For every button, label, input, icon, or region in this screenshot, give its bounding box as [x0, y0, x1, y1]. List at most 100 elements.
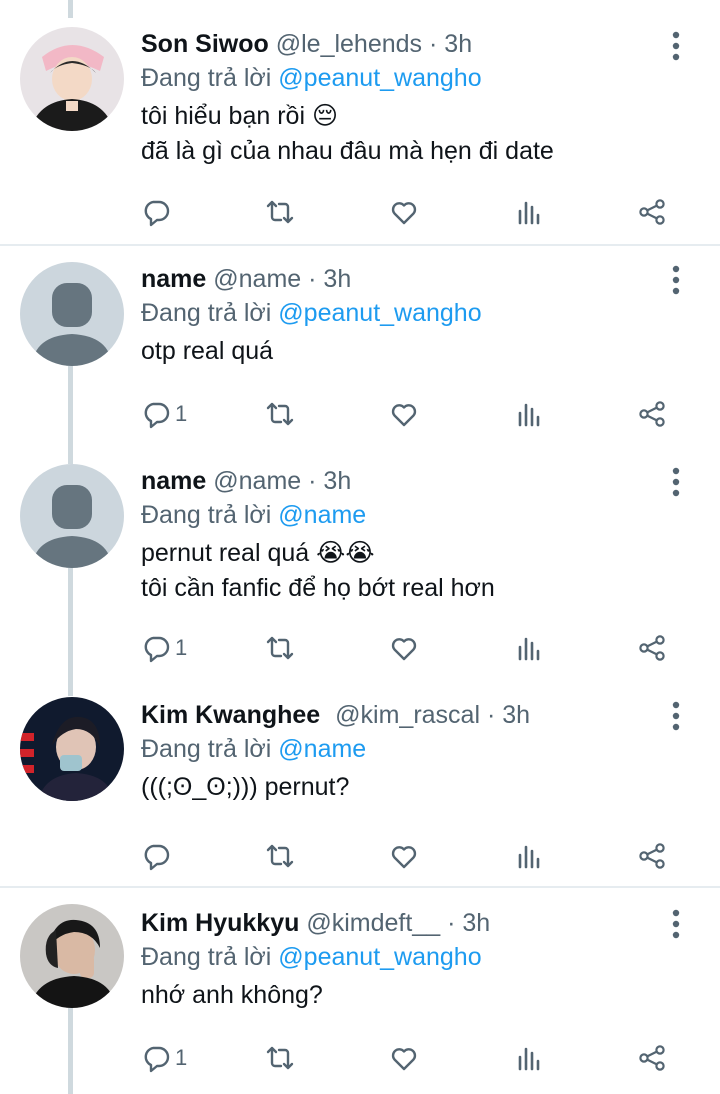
tweet-header: name @name · 3h [141, 262, 660, 296]
tweet[interactable]: Kim Kwanghee @kim_rascal · 3h Đang trả l… [0, 682, 720, 886]
reply-icon [141, 841, 171, 871]
analytics-button[interactable] [515, 628, 545, 668]
reply-icon [141, 197, 171, 227]
reply-count: 1 [175, 635, 188, 660]
share-button[interactable] [637, 192, 667, 232]
timestamp[interactable]: 3h [323, 467, 351, 495]
like-button[interactable] [389, 394, 419, 434]
reply-prefix: Đang trả lời [141, 299, 272, 327]
share-button[interactable] [637, 836, 667, 876]
share-icon [637, 399, 667, 429]
tweet[interactable]: Son Siwoo @le_lehends · 3h Đang trả lời … [0, 0, 720, 244]
tweet-text-line: tôi hiểu bạn rồi 😔 [141, 102, 339, 130]
display-name[interactable]: Kim Kwanghee [141, 701, 320, 729]
reply-prefix: Đang trả lời [141, 943, 272, 971]
retweet-button[interactable] [265, 192, 295, 232]
analytics-icon [515, 1043, 545, 1073]
reply-icon [141, 399, 171, 429]
tweet[interactable]: name @name · 3h Đang trả lời @name pernu… [0, 448, 720, 680]
retweet-button[interactable] [265, 628, 295, 668]
mention-link[interactable]: @name [278, 735, 366, 763]
more-icon[interactable] [666, 908, 686, 940]
retweet-icon [265, 633, 295, 663]
handle[interactable]: @le_lehends [276, 30, 422, 58]
tweet-text: otp real quá [141, 334, 660, 369]
analytics-button[interactable] [515, 394, 545, 434]
separator-dot: · [308, 467, 317, 495]
display-name[interactable]: name [141, 265, 206, 293]
analytics-button[interactable] [515, 836, 545, 876]
reply-button[interactable]: 1 [141, 394, 187, 434]
timestamp[interactable]: 3h [323, 265, 351, 293]
reply-context: Đang trả lời @name [141, 732, 660, 766]
reply-button[interactable]: 1 [141, 1038, 187, 1078]
timestamp[interactable]: 3h [462, 909, 490, 937]
tweet-text: pernut real quá 😭😭 tôi cần fanfic để họ … [141, 536, 660, 606]
separator-dot: · [486, 701, 496, 729]
share-button[interactable] [637, 1038, 667, 1078]
mention-link[interactable]: @peanut_wangho [278, 299, 481, 327]
retweet-button[interactable] [265, 394, 295, 434]
retweet-button[interactable] [265, 1038, 295, 1078]
display-name[interactable]: name [141, 467, 206, 495]
avatar[interactable] [20, 904, 124, 1008]
share-icon [637, 197, 667, 227]
handle[interactable]: @name [213, 467, 301, 495]
mention-link[interactable]: @name [278, 501, 366, 529]
like-icon [389, 633, 419, 663]
handle[interactable]: @kim_rascal [335, 701, 480, 729]
reply-prefix: Đang trả lời [141, 501, 272, 529]
tweet-text-line: otp real quá [141, 337, 274, 365]
tweet-header: Kim Hyukkyu @kimdeft__ · 3h [141, 906, 660, 940]
tweet[interactable]: Kim Hyukkyu @kimdeft__ · 3h Đang trả lời… [0, 888, 720, 1094]
analytics-icon [515, 633, 545, 663]
handle[interactable]: @name [213, 265, 301, 293]
default-avatar[interactable] [20, 262, 124, 366]
reply-button[interactable] [141, 192, 175, 232]
tweet-text-line: pernut real quá 😭😭 [141, 539, 375, 567]
more-icon[interactable] [666, 700, 686, 732]
analytics-button[interactable] [515, 192, 545, 232]
display-name[interactable]: Kim Hyukkyu [141, 909, 299, 937]
separator-dot: · [308, 265, 317, 293]
like-button[interactable] [389, 192, 419, 232]
reply-context: Đang trả lời @name [141, 498, 660, 532]
analytics-icon [515, 399, 545, 429]
action-bar: 1 [141, 1038, 690, 1078]
avatar[interactable] [20, 27, 124, 131]
tweet-text-line: đã là gì của nhau đâu mà hẹn đi date [141, 137, 554, 165]
reply-button[interactable] [141, 836, 175, 876]
like-icon [389, 841, 419, 871]
tweet-text-line: tôi cần fanfic để họ bớt real hơn [141, 574, 495, 602]
more-icon[interactable] [666, 30, 686, 62]
tweet-text: (((;ʘ_ʘ;))) pernut? [141, 770, 660, 805]
mention-link[interactable]: @peanut_wangho [278, 943, 481, 971]
like-button[interactable] [389, 1038, 419, 1078]
more-icon[interactable] [666, 264, 686, 296]
action-bar [141, 192, 690, 232]
tweet-header: Son Siwoo @le_lehends · 3h [141, 27, 660, 61]
reply-context: Đang trả lời @peanut_wangho [141, 296, 660, 330]
more-icon[interactable] [666, 466, 686, 498]
timestamp[interactable]: 3h [444, 30, 472, 58]
share-button[interactable] [637, 628, 667, 668]
tweet-header: name @name · 3h [141, 464, 660, 498]
display-name[interactable]: Son Siwoo [141, 30, 269, 58]
action-bar [141, 836, 690, 876]
handle[interactable]: @kimdeft__ [306, 909, 440, 937]
reply-button[interactable]: 1 [141, 628, 187, 668]
share-icon [637, 633, 667, 663]
timestamp[interactable]: 3h [502, 701, 530, 729]
tweet[interactable]: name @name · 3h Đang trả lời @peanut_wan… [0, 246, 720, 446]
analytics-icon [515, 841, 545, 871]
retweet-icon [265, 841, 295, 871]
like-button[interactable] [389, 628, 419, 668]
mention-link[interactable]: @peanut_wangho [278, 64, 481, 92]
analytics-button[interactable] [515, 1038, 545, 1078]
avatar[interactable] [20, 697, 124, 801]
retweet-icon [265, 1043, 295, 1073]
default-avatar[interactable] [20, 464, 124, 568]
retweet-button[interactable] [265, 836, 295, 876]
share-button[interactable] [637, 394, 667, 434]
like-button[interactable] [389, 836, 419, 876]
